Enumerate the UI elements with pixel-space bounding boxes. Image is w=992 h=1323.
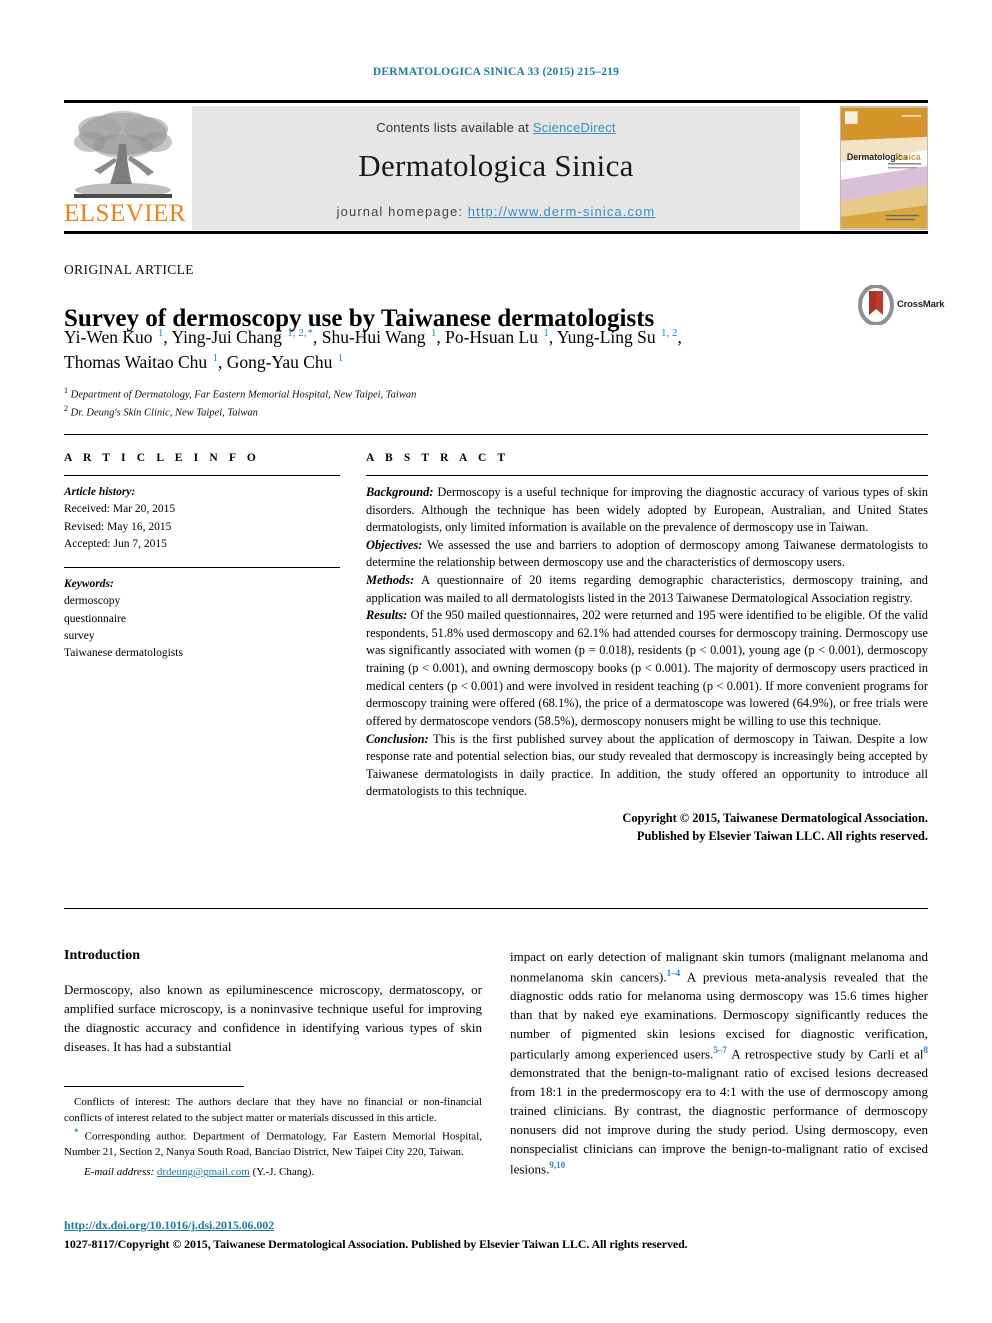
crossmark-badge[interactable]: CrossMark: [857, 284, 945, 329]
abstract-methods: Methods: A questionnaire of 20 items reg…: [366, 572, 928, 607]
affil-number: 1: [64, 386, 68, 395]
info-divider: [64, 475, 340, 476]
paper-page: DERMATOLOGICA SINICA 33 (2015) 215–219 E…: [0, 0, 992, 1323]
corresponding-author-note: * Corresponding author. Department of De…: [64, 1126, 482, 1161]
author-affil-marker: 1: [157, 327, 164, 340]
journal-homepage-link[interactable]: http://www.derm-sinica.com: [468, 204, 656, 219]
article-history-label: Article history:: [64, 486, 136, 498]
copyright-line-1: Copyright © 2015, Taiwanese Dermatologic…: [622, 810, 928, 825]
introduction-heading: Introduction: [64, 948, 140, 963]
email-note: E-mail address: drdeung@gmail.com (Y.-J.…: [64, 1165, 482, 1181]
introduction-paragraph-left: Dermoscopy, also known as epiluminescenc…: [64, 982, 482, 1054]
affiliation-item: 2 Dr. Deung's Skin Clinic, New Taipei, T…: [64, 403, 864, 421]
keywords-block: Keywords: dermoscopy questionnaire surve…: [64, 567, 340, 662]
abstract-background-label: Background:: [366, 485, 434, 499]
info-bottom-rule: [64, 908, 928, 909]
issn-copyright-line: 1027-8117/Copyright © 2015, Taiwanese De…: [64, 1237, 688, 1251]
abstract-conclusion-label: Conclusion:: [366, 731, 429, 746]
journal-banner: Contents lists available at ScienceDirec…: [192, 106, 800, 230]
abstract-background: Background: Dermoscopy is a useful techn…: [366, 484, 928, 537]
running-head: DERMATOLOGICA SINICA 33 (2015) 215–219: [372, 66, 620, 78]
abstract-objectives: Objectives: We assessed the use and barr…: [366, 537, 928, 572]
history-received: Received: Mar 20, 2015: [64, 503, 176, 516]
copyright-line-2: Published by Elsevier Taiwan LLC. All ri…: [636, 828, 928, 843]
citation-ref[interactable]: 8: [924, 1045, 929, 1055]
keywords-label: Keywords:: [64, 578, 114, 590]
abstract-results-label: Results:: [366, 608, 408, 623]
masthead-bottom-rule: [64, 231, 928, 234]
footnotes: Conflicts of interest: The authors decla…: [64, 1095, 482, 1181]
sciencedirect-link[interactable]: ScienceDirect: [533, 120, 616, 135]
abstract-conclusion-text: This is the first published survey about…: [366, 731, 928, 799]
corresponding-author-text: Corresponding author. Department of Derm…: [64, 1130, 482, 1159]
info-top-rule: [64, 434, 928, 435]
cover-art-icon: Dermatologica Sinica: [841, 107, 927, 229]
article-info-heading: A R T I C L E I N F O: [64, 452, 260, 464]
author-affil-marker: 1: [430, 327, 437, 340]
citation-ref[interactable]: 5–7: [713, 1045, 727, 1055]
affiliations: 1 Department of Dermatology, Far Eastern…: [64, 385, 864, 422]
conflicts-of-interest-note: Conflicts of interest: The authors decla…: [64, 1096, 482, 1124]
affiliation-text: Department of Dermatology, Far Eastern M…: [70, 389, 417, 401]
body-column-left: Introduction Dermoscopy, also known as e…: [64, 948, 482, 1057]
keywords-divider: [64, 567, 340, 568]
contents-lists-line: Contents lists available at ScienceDirec…: [192, 120, 800, 135]
journal-masthead: ELSEVIER Contents lists available at Sci…: [64, 100, 928, 240]
citation-ref[interactable]: 9,10: [549, 1160, 565, 1170]
footnote-rule: [64, 1086, 244, 1087]
elsevier-tree-icon: [74, 111, 172, 198]
affiliation-text: Dr. Deung's Skin Clinic, New Taipei, Tai…: [70, 407, 258, 419]
author-list: Yi-Wen Kuo 1, Ying-Jui Chang 1, 2,*, Shu…: [64, 327, 682, 372]
masthead-top-rule: [64, 100, 928, 103]
introduction-paragraph-right: impact on early detection of malignant s…: [510, 948, 928, 1180]
abstract-column: A B S T R A C T Background: Dermoscopy i…: [366, 452, 928, 845]
crossmark-label: CrossMark: [897, 299, 945, 310]
abstract-methods-text: A questionnaire of 20 items regarding de…: [366, 573, 928, 605]
intro-text-4: demonstrated that the benign-to-malignan…: [510, 1065, 928, 1177]
email-suffix: (Y.-J. Chang).: [249, 1166, 315, 1179]
doi-link[interactable]: http://dx.doi.org/10.1016/j.dsi.2015.06.…: [64, 1218, 274, 1233]
keyword-item: questionnaire: [64, 612, 126, 625]
email-label: E-mail address:: [84, 1166, 155, 1179]
journal-cover-thumbnail: Dermatologica Sinica: [840, 106, 928, 230]
abstract-heading: A B S T R A C T: [366, 452, 510, 464]
author-affil-marker: 1, 2: [661, 327, 678, 340]
contents-lists-prefix: Contents lists available at: [376, 120, 533, 135]
author-affil-marker: 1: [337, 352, 344, 365]
abstract-conclusion: Conclusion: This is the first published …: [366, 731, 928, 801]
citation-ref[interactable]: 1–4: [667, 968, 681, 978]
author-affil-marker: 1: [543, 327, 549, 340]
intro-text-3: A retrospective study by Carli et al: [726, 1046, 924, 1062]
email-link[interactable]: drdeung@gmail.com: [157, 1166, 250, 1178]
body-column-right: impact on early detection of malignant s…: [510, 948, 928, 1180]
elsevier-logo: ELSEVIER: [64, 106, 187, 230]
abstract-objectives-label: Objectives:: [366, 537, 423, 552]
svg-text:Sinica: Sinica: [895, 152, 921, 162]
affil-number: 2: [64, 404, 68, 414]
crossmark-icon: [858, 284, 894, 326]
keyword-item: dermoscopy: [64, 595, 121, 608]
homepage-prefix: journal homepage:: [336, 204, 468, 219]
abstract-background-text: Dermoscopy is a useful technique for imp…: [366, 485, 928, 535]
abstract-divider: [366, 475, 928, 476]
elsevier-wordmark: ELSEVIER: [64, 200, 187, 227]
history-accepted: Accepted: Jun 7, 2015: [64, 537, 167, 550]
abstract-objectives-text: We assessed the use and barriers to adop…: [366, 537, 928, 570]
abstract-copyright: Copyright © 2015, Taiwanese Dermatologic…: [366, 810, 928, 845]
abstract-results: Results: Of the 950 mailed questionnaire…: [366, 607, 928, 730]
abstract-methods-label: Methods:: [366, 573, 415, 588]
article-type-label: ORIGINAL ARTICLE: [64, 262, 194, 277]
abstract-results-text: Of the 950 mailed questionnaires, 202 we…: [366, 608, 928, 728]
history-revised: Revised: May 16, 2015: [64, 520, 172, 533]
corresponding-marker: *: [307, 327, 313, 340]
journal-homepage-line: journal homepage: http://www.derm-sinica…: [192, 204, 800, 219]
journal-title: Dermatologica Sinica: [358, 148, 634, 183]
author-affil-marker: 1: [212, 352, 219, 365]
author-affil-marker: 1, 2,: [287, 327, 307, 340]
keyword-item: Taiwanese dermatologists: [64, 647, 183, 659]
article-info-column: A R T I C L E I N F O Article history: R…: [64, 452, 340, 662]
affiliation-item: 1 Department of Dermatology, Far Eastern…: [64, 385, 864, 403]
keyword-item: survey: [64, 629, 95, 642]
